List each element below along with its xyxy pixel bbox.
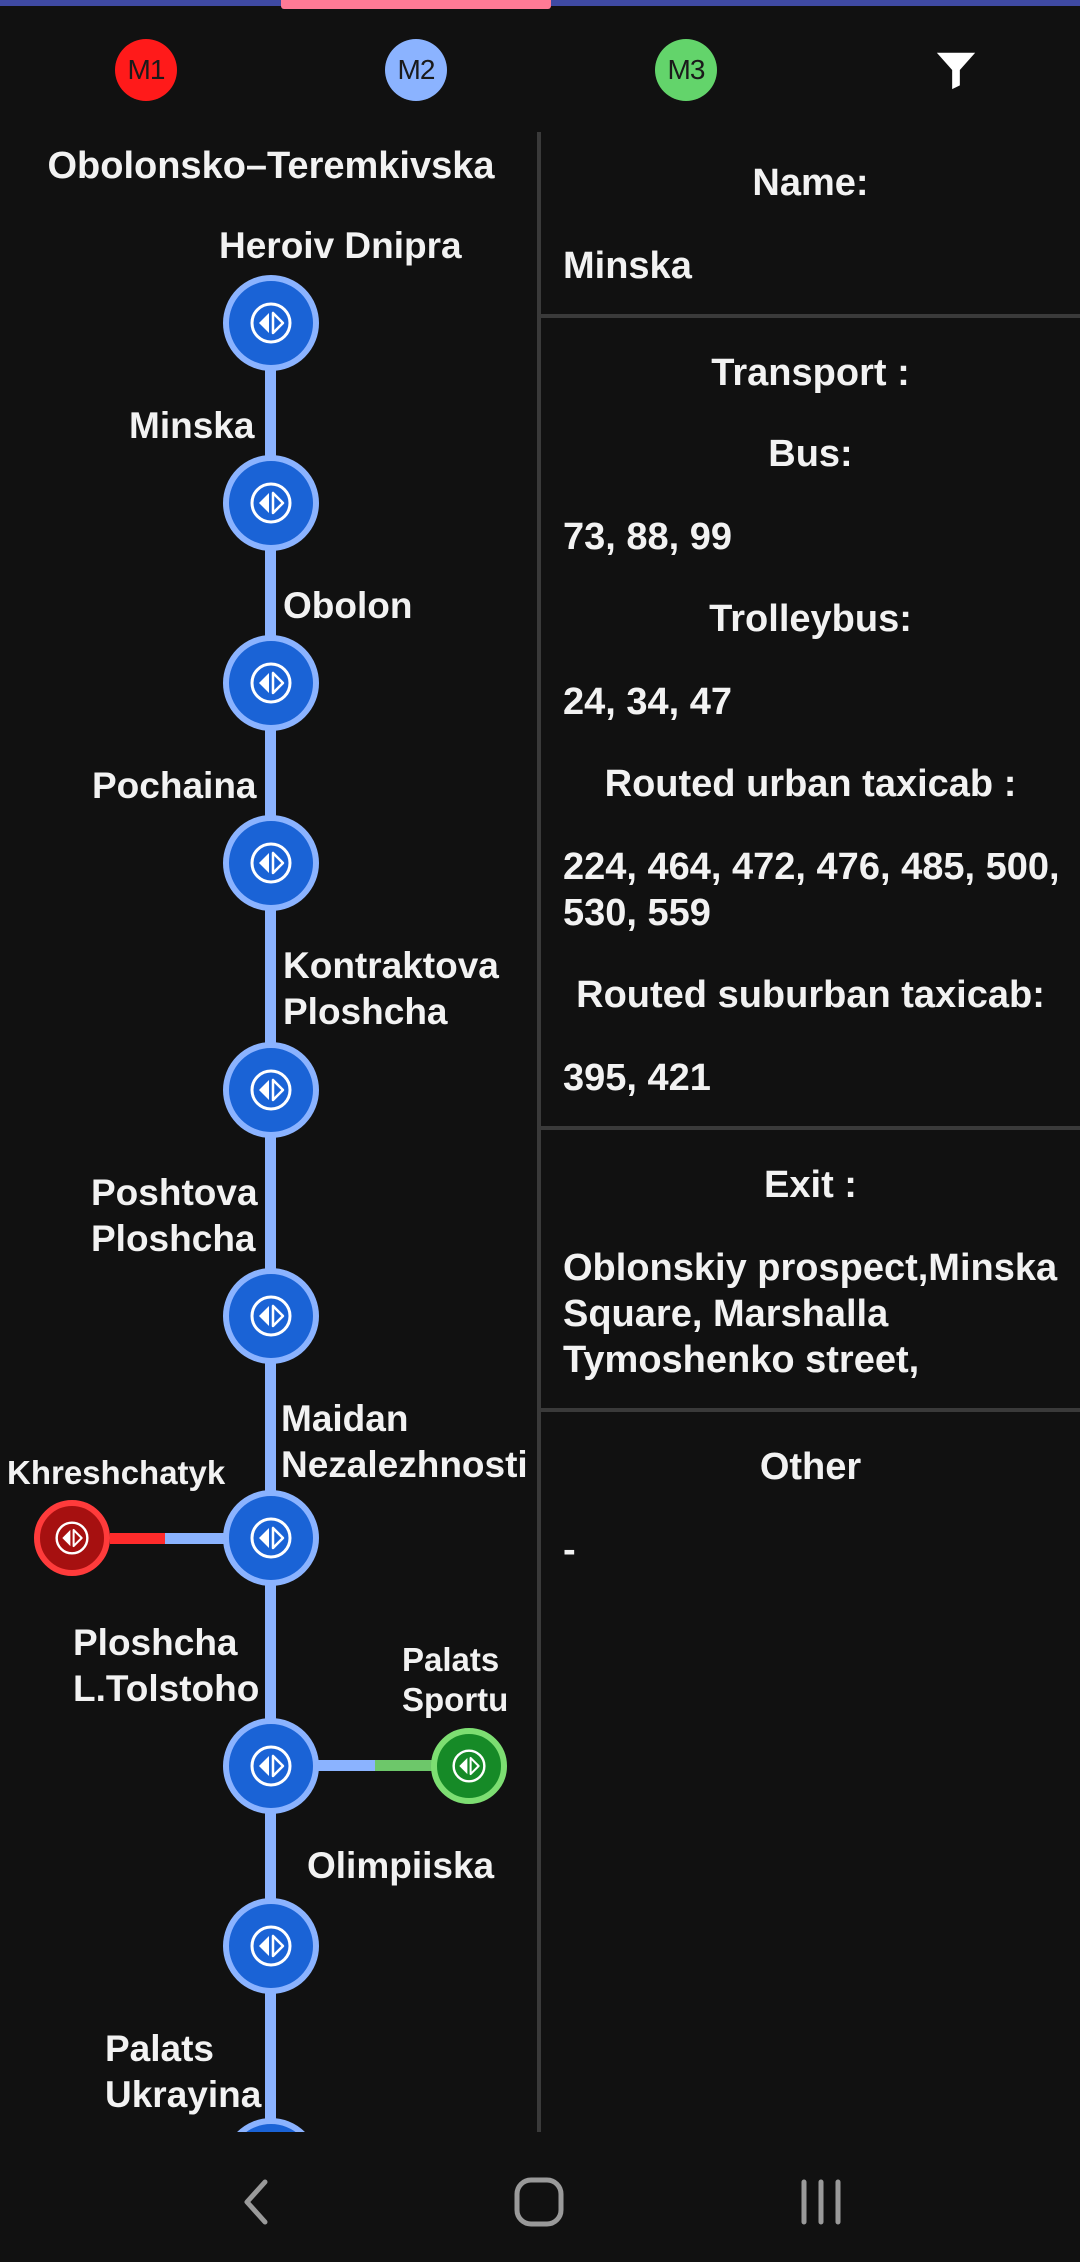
station-arrows-icon: [250, 842, 292, 884]
bus-title: Bus:: [768, 433, 853, 475]
station-arrows-icon: [55, 1521, 89, 1555]
station-arrows-icon: [250, 1745, 292, 1787]
other-title: Other: [759, 1446, 862, 1488]
station-label-obolon: Obolon: [283, 585, 413, 626]
station-node-olimpiiska[interactable]: [223, 1898, 319, 1994]
selected-tab-indicator: [281, 0, 551, 9]
transport-title: Transport :: [711, 352, 910, 394]
transfer-link-red: [110, 1533, 170, 1544]
bus-value: 73, 88, 99: [563, 516, 733, 558]
station-label-poshtova: Poshtova Ploshcha: [91, 1172, 258, 1259]
station-node-heroiv-dnipra[interactable]: [223, 275, 319, 371]
station-arrows-icon: [452, 1749, 486, 1783]
other-value: -: [563, 1529, 576, 1571]
station-arrows-icon: [250, 302, 292, 344]
m3-badge: M3: [655, 39, 717, 101]
station-arrows-icon: [250, 662, 292, 704]
urban-taxicab-value: 224, 464, 472, 476, 485, 500, 530, 559: [563, 846, 1060, 934]
recents-button[interactable]: [771, 2167, 871, 2237]
station-arrows-icon: [250, 1295, 292, 1337]
exit-value: Oblonskiy prospect,Minska Square, Marsha…: [563, 1247, 1058, 1381]
station-label-ploshcha-tolstoho: Ploshcha L.Tolstoho: [73, 1622, 260, 1709]
tab-m2[interactable]: M2: [281, 30, 551, 110]
station-label-maidan: Maidan Nezalezhnosti: [281, 1398, 528, 1485]
station-arrows-icon: [250, 1925, 292, 1967]
home-button[interactable]: [489, 2167, 589, 2237]
station-label-olimpiiska: Olimpiiska: [307, 1845, 495, 1886]
suburban-taxicab-value: 395, 421: [563, 1057, 711, 1099]
tab-m3[interactable]: M3: [551, 30, 821, 110]
tab-m1-label: M1: [127, 54, 166, 85]
m1-badge: M1: [115, 39, 177, 101]
tab-m2-label: M2: [397, 54, 436, 85]
station-node-ploshcha-tolstoho[interactable]: [223, 1718, 319, 1814]
line-title: Obolonsko–Teremkivska: [47, 145, 495, 187]
name-value: Minska: [563, 245, 692, 287]
back-icon: [244, 2179, 268, 2225]
funnel-icon: [928, 42, 984, 98]
station-arrows-icon: [250, 482, 292, 524]
station-label-kontraktova: Kontraktova Ploshcha: [283, 945, 499, 1032]
station-node-poshtova[interactable]: [223, 1268, 319, 1364]
transfer-label-palats-sportu: Palats Sportu: [402, 1641, 509, 1718]
recents-icon: [801, 2179, 841, 2225]
station-node-kontraktova[interactable]: [223, 1042, 319, 1138]
station-label-pochaina: Pochaina: [92, 765, 257, 806]
home-icon: [514, 2177, 564, 2227]
station-node-maidan[interactable]: [223, 1490, 319, 1586]
station-label-heroiv-dnipra: Heroiv Dnipra: [219, 225, 462, 266]
station-label-palats-ukrayina: Palats Ukrayina: [105, 2028, 262, 2115]
urban-taxicab-title: Routed urban taxicab :: [604, 763, 1017, 805]
station-node-pochaina[interactable]: [223, 815, 319, 911]
station-label-minska: Minska: [129, 405, 255, 446]
station-node-khreshchatyk[interactable]: [34, 1500, 110, 1576]
tab-m3-label: M3: [667, 54, 706, 85]
station-node-minska[interactable]: [223, 455, 319, 551]
trolleybus-value: 24, 34, 47: [563, 681, 733, 723]
station-node-obolon[interactable]: [223, 635, 319, 731]
tab-m1[interactable]: M1: [11, 30, 281, 110]
name-title: Name:: [752, 162, 869, 204]
filter-button[interactable]: [821, 30, 1080, 110]
trolleybus-title: Trolleybus:: [709, 598, 912, 640]
m2-badge: M2: [385, 39, 447, 101]
station-node-palats-sportu[interactable]: [431, 1728, 507, 1804]
station-arrows-icon: [250, 1517, 292, 1559]
back-button[interactable]: [207, 2167, 307, 2237]
system-navigation-bar: [0, 2132, 1080, 2262]
exit-title: Exit :: [764, 1164, 857, 1206]
suburban-taxicab-title: Routed suburban taxicab:: [576, 974, 1045, 1016]
station-details-panel: Name: Minska Transport : Bus: 73, 88, 99…: [541, 132, 1080, 1573]
station-arrows-icon: [250, 1069, 292, 1111]
transfer-label-khreshchatyk: Khreshchatyk: [7, 1454, 226, 1491]
